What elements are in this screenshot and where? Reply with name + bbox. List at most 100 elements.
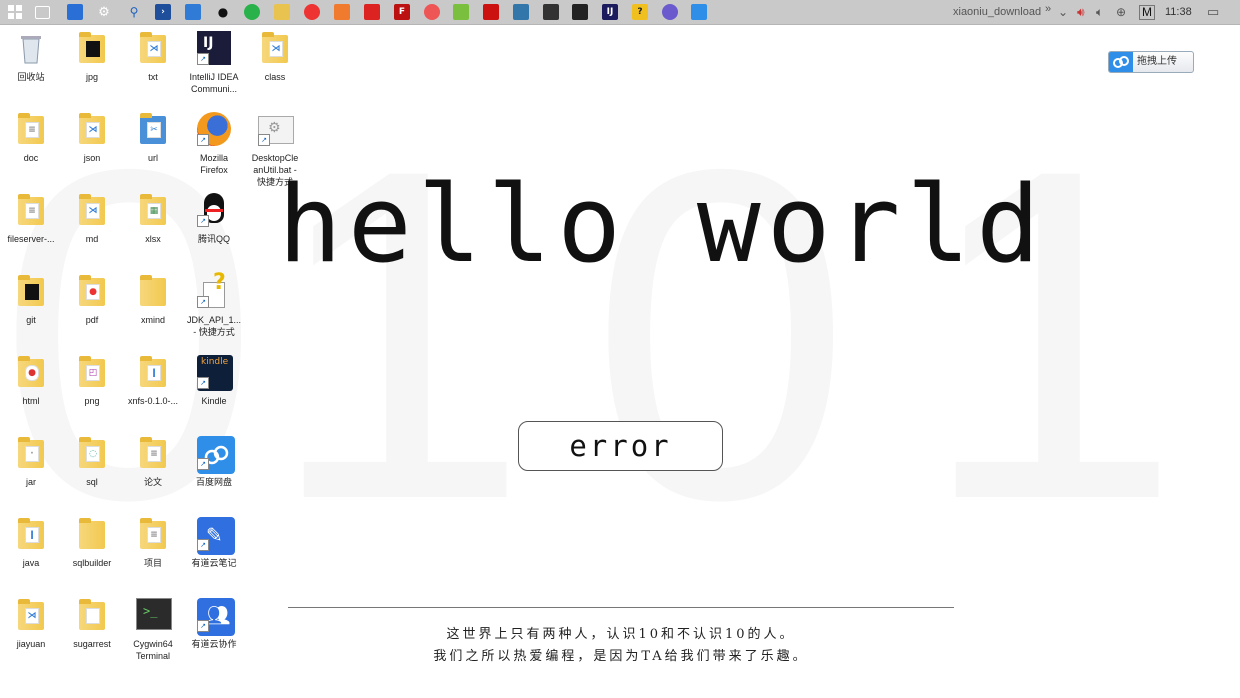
desktop-icon-xlsx[interactable]: ▦ xlsx (122, 193, 184, 245)
desktop-icon-url[interactable]: ✂ url (122, 112, 184, 164)
desktop-icon-sqlbuilder[interactable]: sqlbuilder (61, 517, 123, 569)
desktop-icon-label: java (22, 558, 40, 568)
desktop-icon-projects[interactable]: ≡ 项目 (122, 517, 184, 569)
desktop-icon-html[interactable]: ● html (0, 355, 62, 407)
firefox-icon: ↗ (197, 112, 231, 146)
app-icon[interactable] (543, 4, 559, 20)
desktop-icon-firefox[interactable]: ↗ Mozilla Firefox (183, 112, 245, 176)
task-view-icon[interactable] (35, 6, 50, 19)
error-button[interactable]: error (518, 421, 723, 471)
desktop-icon-label: sqlbuilder (72, 558, 112, 568)
start-icon[interactable] (7, 4, 23, 20)
desktop-icon-txt[interactable]: ⋊ txt (122, 31, 184, 83)
batch-file-icon: ⚙ ↗ (258, 112, 294, 146)
shortcut-arrow-icon: ↗ (197, 539, 209, 551)
desktop-icon-class[interactable]: ⋊ class (244, 31, 306, 83)
settings-icon[interactable]: ⚙ (96, 4, 112, 20)
desktop-icon-xmind[interactable]: xmind (122, 274, 184, 326)
baidu-netdisk-icon: ↗ (197, 436, 235, 474)
file-explorer-icon[interactable] (274, 4, 290, 20)
desktop-icon-qq[interactable]: ↗ 腾讯QQ (183, 193, 245, 245)
desktop-icon-cygwin[interactable]: >_ Cygwin64 Terminal (122, 598, 184, 662)
desktop-icon-youdao-collab[interactable]: 👥︎ ↗ 有道云协作 (183, 598, 245, 650)
search-icon[interactable]: ⚲ (126, 4, 142, 20)
help-file-icon: ? ↗ (197, 270, 231, 308)
desktop-icon-label: xnfs-0.1.0-... (127, 396, 179, 406)
folder-icon: ◌ (75, 436, 109, 470)
terminal-icon[interactable] (572, 4, 588, 20)
folder-icon: ≡ (14, 112, 48, 146)
shortcut-arrow-icon: ↗ (197, 53, 209, 65)
app-icon[interactable] (364, 4, 380, 20)
desktop-icon-java[interactable]: ǀ java (0, 517, 62, 569)
desktop-icon-git[interactable]: git (0, 274, 62, 326)
shortcut-arrow-icon: ↗ (197, 134, 209, 146)
folder-icon: ● (75, 274, 109, 308)
desktop-icon-label: sql (86, 477, 98, 487)
desktop-icon-youdao-note[interactable]: ✎ ↗ 有道云笔记 (183, 517, 245, 569)
headline: hello world (278, 163, 1046, 286)
divider (288, 607, 954, 608)
desktop-icon-intellij[interactable]: IJ ↗ IntelliJ IDEA Communi... (183, 31, 245, 95)
notification-icon[interactable]: ▭ (1207, 0, 1219, 24)
desktop-icon-recycle-bin[interactable]: 回收站 (0, 31, 62, 83)
help-icon[interactable]: ? (632, 4, 648, 20)
desktop-icon-sugarrest[interactable]: sugarrest (61, 598, 123, 650)
overflow-icon[interactable]: » (1045, 0, 1051, 21)
desktop-icon-jar[interactable]: · jar (0, 436, 62, 488)
app-icon[interactable] (483, 4, 499, 20)
cloud-icon (1109, 52, 1133, 72)
volume-icon[interactable]: 🔊︎ (1077, 0, 1085, 24)
filezilla-icon[interactable]: F (394, 4, 410, 20)
desktop-icon-baidu-netdisk[interactable]: ↗ 百度网盘 (183, 436, 245, 488)
desktop-icon-doc[interactable]: ≡ doc (0, 112, 62, 164)
network-icon[interactable]: ⊕ (1116, 0, 1126, 24)
chrome-icon[interactable] (304, 4, 320, 20)
desktop-icon-md[interactable]: ⋊ md (61, 193, 123, 245)
wechat-icon[interactable] (244, 4, 260, 20)
desktop-icon-label: 有道云笔记 (191, 558, 237, 568)
desktop-icon-label: Cygwin64 Terminal (133, 639, 173, 661)
app-icon[interactable] (424, 4, 440, 20)
desktop-icon-jiayuan[interactable]: ⋊ jiayuan (0, 598, 62, 650)
intellij-icon[interactable]: IJ (602, 4, 618, 20)
folder-icon: ✂ (136, 112, 170, 146)
desktop-icon-jdk-api[interactable]: ? ↗ JDK_API_1... - 快捷方式 (183, 270, 245, 338)
clock[interactable]: 11:38 (1165, 0, 1192, 24)
desktop-icon-label: xlsx (145, 234, 161, 244)
photo-app-icon[interactable] (67, 4, 83, 20)
app-icon[interactable] (334, 4, 350, 20)
desktop-icon-xnfs[interactable]: ǀ xnfs-0.1.0-... (122, 355, 184, 407)
desktop-icon-label: jar (25, 477, 36, 487)
app-icon[interactable] (513, 4, 529, 20)
upload-label: 拖拽上传 (1137, 56, 1177, 67)
powershell-icon[interactable]: › (155, 4, 171, 20)
desktop-icon-pdf[interactable]: ● pdf (61, 274, 123, 326)
shortcut-arrow-icon: ↗ (197, 620, 209, 632)
folder-icon (75, 31, 109, 65)
desktop-icon-label: Kindle (201, 396, 227, 406)
app-icon[interactable] (662, 4, 678, 20)
desktop-icon-json[interactable]: ⋊ json (61, 112, 123, 164)
qq-icon[interactable]: ● (215, 4, 231, 20)
desktop-icon-png[interactable]: ◰ png (61, 355, 123, 407)
vscode-icon[interactable] (185, 4, 201, 20)
speaker-icon[interactable]: 🔈︎ (1096, 0, 1103, 24)
app-icon[interactable] (453, 4, 469, 20)
desktop-icon-label: 论文 (143, 477, 162, 487)
desktop-icon-papers[interactable]: ≡ 论文 (122, 436, 184, 488)
drag-upload-button[interactable]: 拖拽上传 (1108, 51, 1194, 73)
baidu-netdisk-icon[interactable] (691, 4, 707, 20)
folder-icon (75, 598, 109, 632)
folder-icon: ≡ (14, 193, 48, 227)
desktop-icon-jpg[interactable]: jpg (61, 31, 123, 83)
folder-icon: ◰ (75, 355, 109, 389)
chevron-down-icon[interactable]: ⌄ (1058, 0, 1068, 24)
desktop-icon-label: fileserver-... (7, 234, 55, 244)
ime-indicator[interactable]: M (1139, 5, 1155, 20)
desktop-icon-label: sugarrest (73, 639, 111, 649)
desktop-icon-fileserver[interactable]: ≡ fileserver-... (0, 193, 62, 245)
desktop-icon-label: IntelliJ IDEA Communi... (189, 72, 239, 94)
desktop-icon-sql[interactable]: ◌ sql (61, 436, 123, 488)
desktop-icon-kindle[interactable]: kindle ↗ Kindle (183, 355, 245, 407)
